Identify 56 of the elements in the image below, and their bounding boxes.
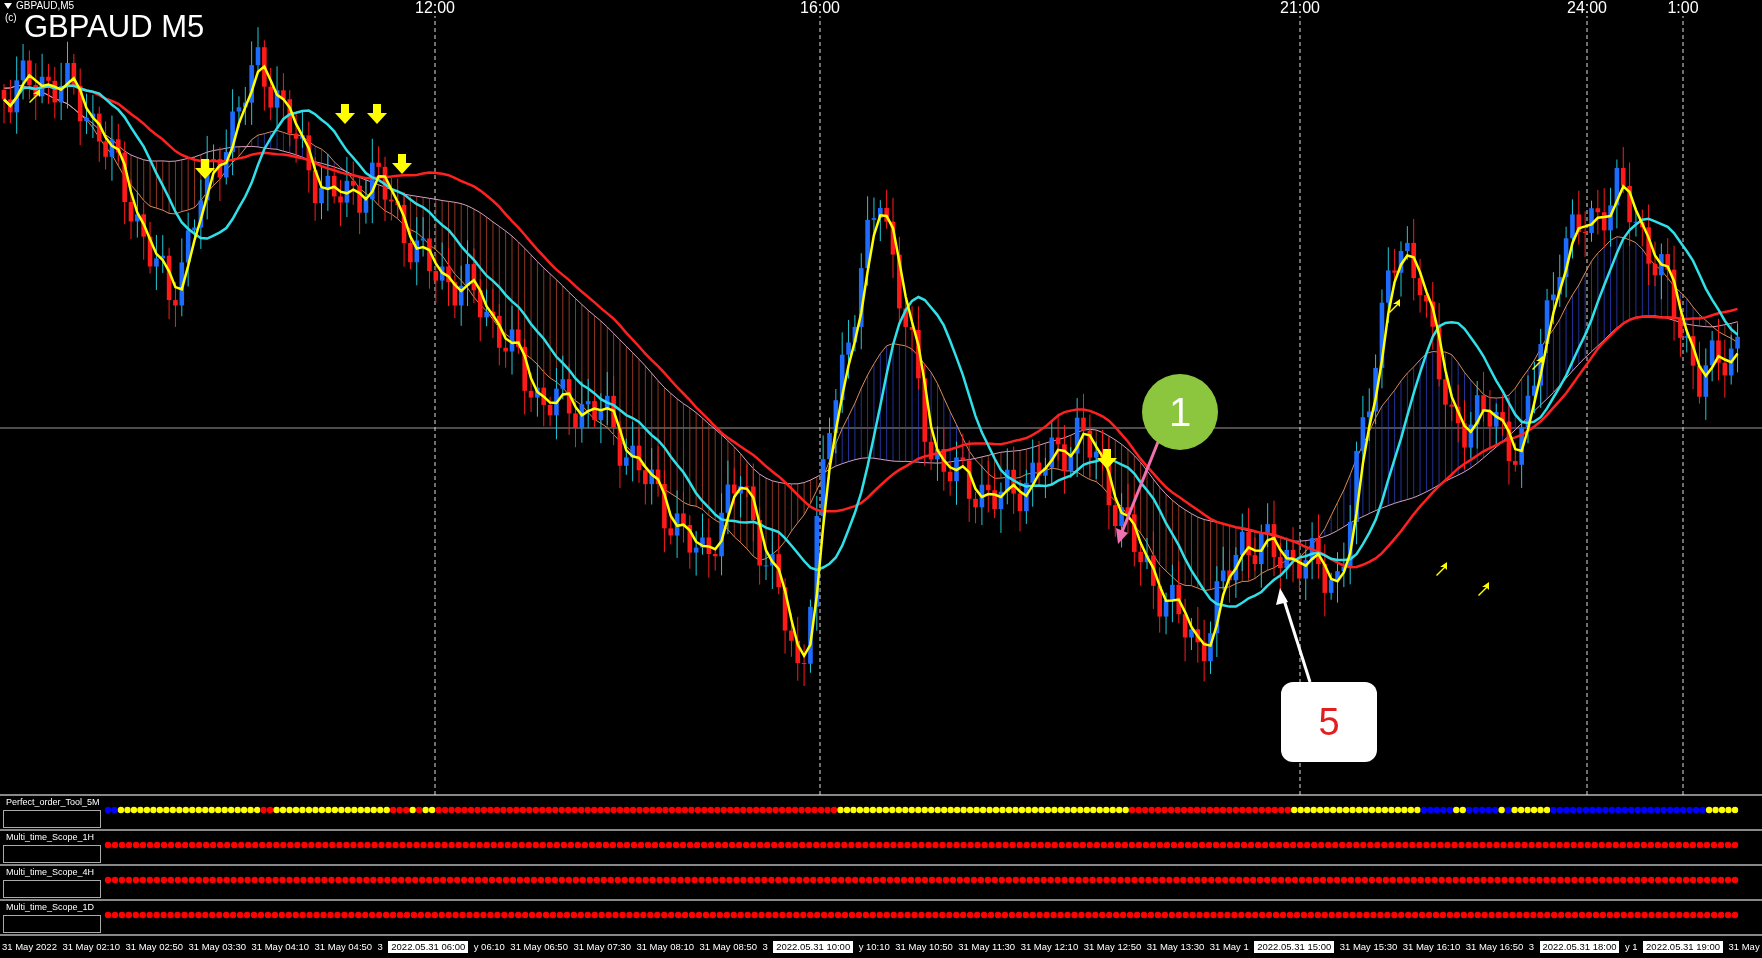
time-marker: 2022.05.31 15:00 — [1254, 941, 1335, 953]
down-arrow-icon — [392, 154, 412, 174]
time-marker: 2022.05.31 10:00 — [773, 941, 854, 953]
symbol-label: GBPAUD,M5 — [16, 0, 75, 11]
time-axis-label: 31 May 08:10 — [636, 941, 694, 953]
time-label: 12:00 — [414, 0, 456, 16]
time-marker: 2022.05.31 18:00 — [1539, 941, 1620, 953]
time-axis-label: 31 May 07:30 — [573, 941, 631, 953]
time-axis-label: 31 May 15:30 — [1339, 941, 1398, 953]
indicator-label: Multi_time_Scope_1H — [6, 832, 95, 842]
callout-label: 5 — [1281, 682, 1377, 762]
up-arrow-icon — [1532, 356, 1543, 370]
down-arrow-icon — [195, 159, 215, 179]
time-axis-label: 31 May 08:50 — [699, 941, 757, 953]
time-label: 1:00 — [1666, 0, 1700, 16]
up-arrow-icon — [1389, 299, 1400, 313]
indicator-label: Multi_time_Scope_1D — [6, 902, 95, 912]
time-axis-label: 31 May 12:50 — [1083, 941, 1142, 953]
time-axis-label: y 06:10 — [473, 941, 505, 953]
time-axis-label: 31 May 02:10 — [62, 941, 120, 953]
time-axis-label: 31 May 11:30 — [958, 941, 1016, 953]
up-arrow-icon — [1436, 562, 1447, 576]
time-axis-label: 31 May 13:30 — [1146, 941, 1205, 953]
time-axis-label: 31 May 04:50 — [314, 941, 373, 953]
time-marker: 2022.05.31 06:00 — [388, 941, 469, 953]
indicator-label: Perfect_order_Tool_5M — [6, 797, 100, 807]
copyright-text: (c) — [5, 12, 17, 23]
time-axis-label: 31 May 12:10 — [1020, 941, 1079, 953]
time-axis-label: 3 — [1528, 941, 1535, 953]
chart-title: GBPAUD M5 — [24, 10, 205, 44]
time-axis-label: 3 — [762, 941, 768, 953]
time-label: 24:00 — [1566, 0, 1608, 16]
down-arrow-icon — [335, 104, 355, 124]
up-arrow-icon — [29, 89, 40, 103]
time-axis-label: y 1 — [1624, 941, 1638, 953]
time-axis-label: y 10:10 — [858, 941, 890, 953]
time-axis-label: 31 May 16:10 — [1402, 941, 1461, 953]
time-axis-label: 31 May 16:50 — [1465, 941, 1524, 953]
time-axis-label: 31 May 06:50 — [510, 941, 568, 953]
down-arrow-icon — [1097, 449, 1117, 469]
time-axis-label: 31 May 02:50 — [125, 941, 183, 953]
collapse-triangle-icon[interactable] — [4, 2, 12, 9]
time-label: 16:00 — [799, 0, 841, 16]
time-axis-label: 31 May 10:50 — [895, 941, 953, 953]
time-axis-label: 31 May 04:10 — [251, 941, 310, 953]
indicator-label: Multi_time_Scope_4H — [6, 867, 95, 877]
callout-badge: 1 — [1142, 374, 1218, 450]
time-label: 21:00 — [1279, 0, 1321, 16]
time-axis-label: 31 May 03:30 — [188, 941, 247, 953]
up-arrow-icon — [1478, 582, 1489, 596]
time-axis-label: 31 May 1 — [1209, 941, 1249, 953]
time-axis-label: 3 — [377, 941, 383, 953]
time-marker: 2022.05.31 19:00 — [1643, 941, 1724, 953]
time-axis-label: 31 May 2022 — [2, 941, 57, 953]
time-axis-label: 31 May — [1728, 941, 1760, 953]
down-arrow-icon — [367, 104, 387, 124]
